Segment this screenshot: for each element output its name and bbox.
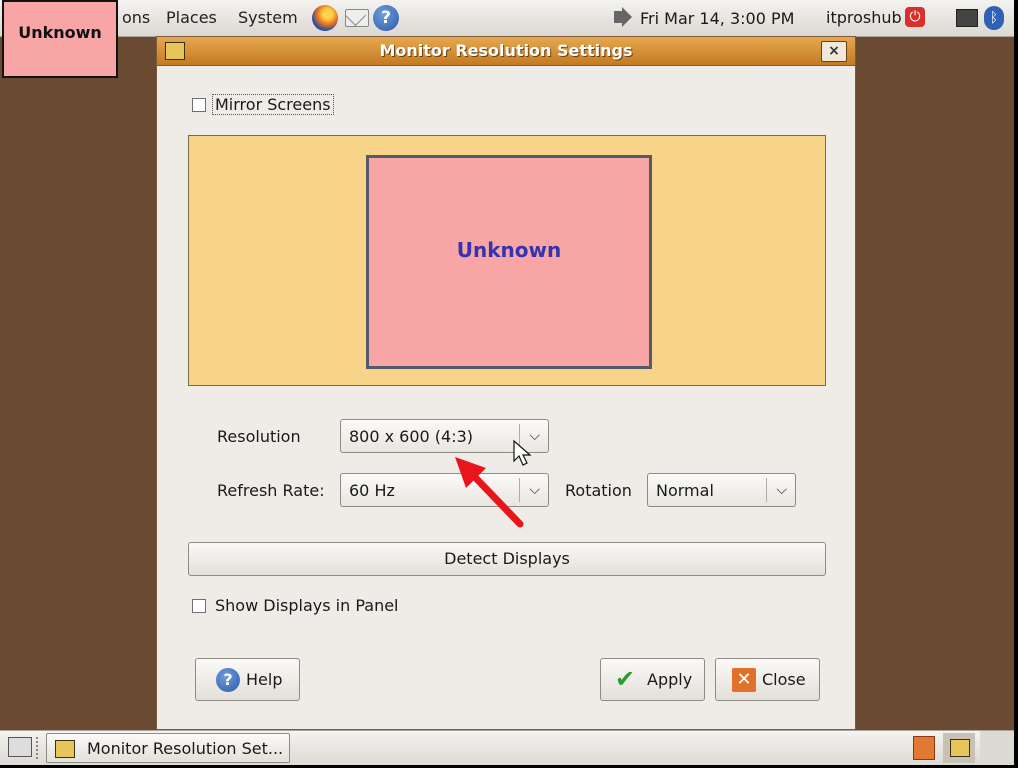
dialog-titlebar[interactable]: Monitor Resolution Settings × [157,37,855,66]
help-icon: ? [216,668,240,692]
dropdown-separator [766,478,767,502]
volume-icon[interactable] [614,7,632,27]
help-icon[interactable]: ? [373,5,399,31]
display-settings-icon [950,739,970,757]
network-monitor-icon[interactable] [956,9,978,27]
window-close-button[interactable]: × [821,41,847,62]
bluetooth-icon[interactable]: ᛒ [984,6,1004,30]
dropdown-separator [519,478,520,502]
bottom-panel: Monitor Resolution Set... [0,730,1014,765]
firefox-icon[interactable] [312,5,338,31]
mail-icon[interactable] [345,9,369,27]
panel-edge [980,731,1014,765]
dialog-title: Monitor Resolution Settings [379,41,633,60]
power-icon[interactable]: ⏻ [905,7,925,27]
display-preview: Unknown [188,135,826,386]
monitor-name: Unknown [456,238,562,262]
chevron-down-icon: ⌵ [529,482,540,498]
mirror-screens-checkbox[interactable] [192,98,206,112]
monitor-preview[interactable]: Unknown [366,155,652,369]
desktop: ons Places System ? Fri Mar 14, 3:00 PM … [0,0,1014,765]
help-label: Help [246,670,283,689]
refresh-rate-label: Refresh Rate: [217,481,325,500]
close-label: Close [762,670,806,689]
panel-grip[interactable] [36,737,42,759]
apply-button[interactable]: ✔ Apply [600,658,705,701]
trash-icon[interactable] [913,736,935,760]
display-settings-icon [55,740,75,758]
rotation-dropdown[interactable]: Normal ⌵ [647,473,796,507]
detect-displays-button[interactable]: Detect Displays [188,542,826,576]
close-button[interactable]: ✕ Close [715,658,820,701]
checkmark-icon: ✔ [615,665,636,693]
system-menu[interactable]: System [238,8,298,27]
show-displays-checkbox[interactable] [192,599,206,613]
show-displays-label[interactable]: Show Displays in Panel [215,596,399,615]
show-desktop-icon[interactable] [8,737,32,757]
workspace-switcher[interactable] [943,733,975,763]
help-button[interactable]: ? Help [195,658,300,701]
monitor-label-overlay: Unknown [2,0,118,78]
dropdown-separator [519,424,520,448]
user-name[interactable]: itproshub [826,8,902,27]
mirror-screens-label[interactable]: Mirror Screens [212,94,334,115]
resolution-dropdown[interactable]: 800 x 600 (4:3) ⌵ [340,419,549,453]
chevron-down-icon: ⌵ [529,428,540,444]
taskbar-item-label: Monitor Resolution Set... [87,739,284,758]
places-menu[interactable]: Places [166,8,217,27]
taskbar-item-monitor-resolution[interactable]: Monitor Resolution Set... [46,733,290,763]
apply-label: Apply [647,670,693,689]
top-panel: ons Places System ? Fri Mar 14, 3:00 PM … [0,0,1014,37]
applications-menu[interactable]: ons [122,8,150,27]
monitor-resolution-dialog: Monitor Resolution Settings × Mirror Scr… [156,36,856,730]
rotation-label: Rotation [565,481,632,500]
close-icon: ✕ [732,668,756,692]
rotation-value: Normal [656,481,714,500]
chevron-down-icon: ⌵ [776,482,787,498]
resolution-value: 800 x 600 (4:3) [349,427,474,446]
clock[interactable]: Fri Mar 14, 3:00 PM [640,9,794,28]
resolution-label: Resolution [217,427,301,446]
refresh-rate-dropdown[interactable]: 60 Hz ⌵ [340,473,549,507]
refresh-rate-value: 60 Hz [349,481,395,500]
